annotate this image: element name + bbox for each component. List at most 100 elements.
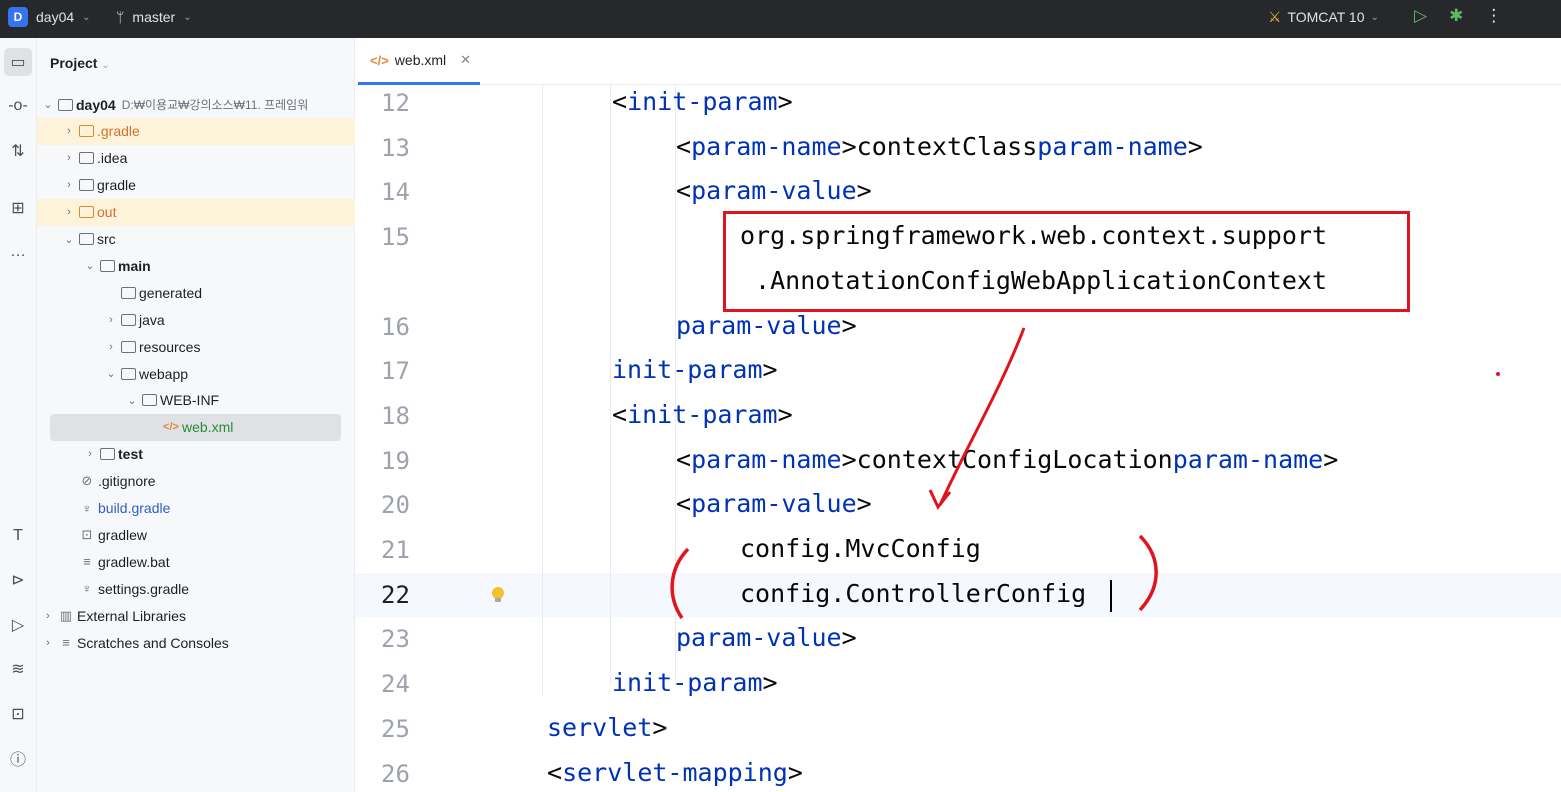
chevron-right-icon[interactable]: › [62,125,76,137]
pull-requests-icon[interactable]: ⇅ [4,137,32,165]
editor-tab-bar: </> web.xml ✕ [355,38,1561,85]
code-line: <init-param> [612,400,793,429]
folder-icon [79,125,94,138]
tree-item[interactable]: › ▥ External Libraries [37,602,355,629]
tree-item[interactable]: ⊘ .gitignore [37,468,355,495]
tree-item-label: generated [139,284,203,301]
project-folder-icon[interactable]: ▭ [4,48,32,76]
run-tool-icon[interactable]: ▷ [4,611,32,639]
folder-icon [79,233,94,245]
code-line: param-value> [676,311,857,340]
code-editor[interactable]: 12 <init-param> 13 <param-name>contextClass… [355,85,1561,792]
indent-guide [610,85,611,685]
chevron-right-icon[interactable]: › [104,341,118,353]
chevron-right-icon[interactable]: › [83,448,97,460]
commit-icon[interactable]: -o- [4,92,32,120]
tree-item[interactable]: ♆ settings.gradle [37,575,355,602]
project-switcher[interactable]: D day04 ⌄ [8,7,91,27]
git-branch-icon: ᛘ [116,9,125,25]
chevron-right-icon[interactable]: › [41,610,55,622]
line-number: 17 [381,357,410,386]
code-line: init-param> [612,668,778,697]
folder-icon [79,179,94,192]
tree-item[interactable]: ⌄ WEB-INF [37,387,355,414]
code-line: config.MvcConfig [740,534,981,563]
tree-item[interactable]: › gradle [37,172,355,199]
chevron-down-icon[interactable]: ⌄ [104,367,118,380]
tree-item-label: day04 [76,96,116,113]
xml-tag: <param-name> [676,444,857,474]
project-panel-title[interactable]: Project ⌄ [50,55,110,71]
run-icon[interactable]: ▷ [1414,6,1427,26]
tree-item[interactable]: › out [37,198,355,226]
xml-tag: param-name> [1037,131,1203,161]
xml-tag: <param-value> [676,489,872,519]
code-line: <param-value> [676,176,872,205]
tree-item[interactable]: ⌄ main [37,252,355,279]
chevron-right-icon[interactable]: › [62,152,76,164]
tree-item[interactable]: </> web.xml [50,413,341,441]
services-icon[interactable]: ⊳ [4,566,32,594]
tree-item[interactable]: ⌄ webapp [37,360,355,387]
tree-item[interactable]: ⌄ src [37,226,355,253]
structure-icon[interactable]: ⊞ [4,194,32,222]
chevron-down-icon[interactable]: ⌄ [83,259,97,272]
tree-item[interactable]: › ≡ Scratches and Consoles [37,629,355,656]
chevron-down-icon[interactable]: ⌄ [41,98,55,111]
close-icon[interactable]: ✕ [460,52,471,68]
tree-item[interactable]: › .gradle [37,117,355,145]
tree-item-label: .gradle [97,123,140,140]
red-highlight-box [723,211,1410,312]
more-tools-icon[interactable]: … [4,238,32,266]
chevron-down-icon[interactable]: ⌄ [62,233,76,246]
line-number: 16 [381,312,410,341]
build-hammer-icon[interactable]: T [4,522,32,550]
chevron-down-icon: ⌄ [82,11,91,23]
terminal-icon: ⊡ [81,526,93,542]
folder-icon [142,394,157,407]
chevron-right-icon[interactable]: › [62,206,76,218]
xml-tag: servlet> [547,712,668,742]
terminal-icon[interactable]: ⊡ [4,700,32,728]
run-configuration-selector[interactable]: ⚔ TOMCAT 10 ⌄ [1268,8,1379,26]
gradle-icon: ♆ [82,581,92,597]
tree-item-label: gradle [97,177,136,194]
tree-item[interactable]: generated [37,279,355,306]
tree-item-label: WEB-INF [160,392,220,409]
tree-item[interactable]: ♆ build.gradle [37,495,355,522]
chevron-down-icon: ⌄ [183,11,192,23]
tree-item[interactable]: ⌄ day04 D:₩이용교₩강의소스₩11. 프레임워 [37,91,355,118]
code-line: init-param> [612,355,778,384]
line-number: 19 [381,446,410,475]
tree-item-label: Scratches and Consoles [77,634,229,651]
gradle-icon: ♆ [82,500,92,516]
folder-icon [121,367,136,380]
vcs-branch-switcher[interactable]: ᛘ master ⌄ [116,9,192,25]
debug-icon[interactable]: ✱ [1449,6,1463,26]
more-options-icon[interactable]: ⋮ [1485,6,1502,26]
tree-item[interactable]: ≡ gradlew.bat [37,548,355,575]
tree-item[interactable]: › test [37,441,355,468]
code-line: <servlet-mapping> [547,758,803,787]
scratch-icon: ≡ [62,635,70,650]
line-number: 24 [381,670,410,699]
problems-icon[interactable]: ⓘ [4,744,32,772]
tree-item[interactable]: › .idea [37,145,355,172]
chevron-right-icon[interactable]: › [104,314,118,326]
folder-icon [121,340,136,353]
line-number: 25 [381,714,410,743]
chevron-right-icon[interactable]: › [41,637,55,649]
tree-item[interactable]: › resources [37,333,355,360]
tree-item[interactable]: ⊡ gradlew [37,521,355,548]
code-line: param-value> [676,623,857,652]
xml-text: contextClass [856,131,1038,161]
chevron-down-icon[interactable]: ⌄ [125,394,139,407]
tree-item[interactable]: › java [37,306,355,333]
folder-icon [100,448,115,461]
layers-icon[interactable]: ≋ [4,655,32,683]
editor-tab-web-xml[interactable]: </> web.xml ✕ [358,38,480,85]
chevron-right-icon[interactable]: › [62,179,76,191]
tree-item-label: resources [139,338,201,355]
lightbulb-icon[interactable] [492,587,504,602]
tab-label: web.xml [394,52,447,68]
